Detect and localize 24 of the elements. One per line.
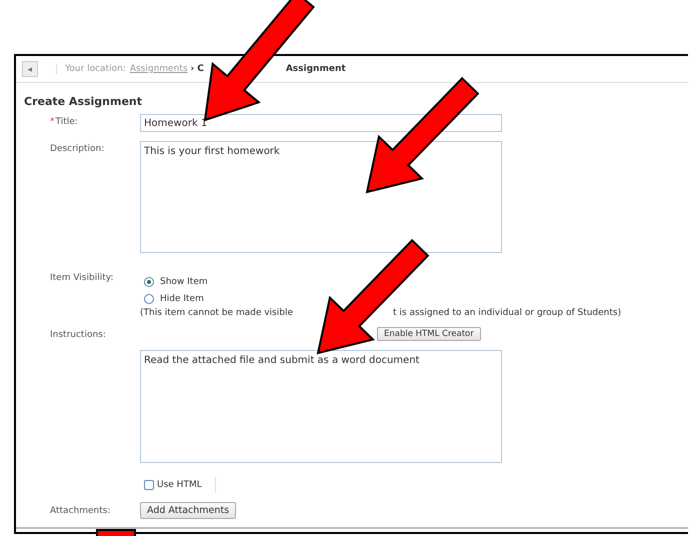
checkbox[interactable] [144,480,154,490]
location-label: Your location: [56,64,126,74]
add-attachments-button[interactable]: Add Attachments [140,502,236,519]
breadcrumb-current: C [197,64,204,74]
radio-label: Show Item [160,276,208,286]
visibility-note: t is assigned to an individual or group of Students) [393,308,622,318]
field-label: Attachments: [50,506,110,516]
radio-button[interactable] [144,294,154,304]
description-field[interactable]: This is your first homework [140,141,502,253]
instructions-field[interactable]: Read the attached file and submit as a word document [140,350,502,463]
page-heading: Create Assignment [23,94,144,110]
radio-label: Hide Item [160,294,204,304]
checkbox-label: Use HTML [157,480,202,490]
required-mark: * [50,117,54,127]
field-label: Instructions: [50,330,106,340]
field-label: Title: [56,117,78,127]
back-button[interactable]: ◂ [22,61,38,77]
visibility-note: (This item cannot be made visible [140,308,293,318]
breadcrumb-separator: › [190,64,194,74]
field-label: Item Visibility: [50,273,114,283]
field-label: Description: [50,144,104,154]
radio-button[interactable] [144,276,154,286]
breadcrumb-current: Assignment [286,64,346,74]
enable-html-button[interactable]: Enable HTML Creator [377,327,481,341]
